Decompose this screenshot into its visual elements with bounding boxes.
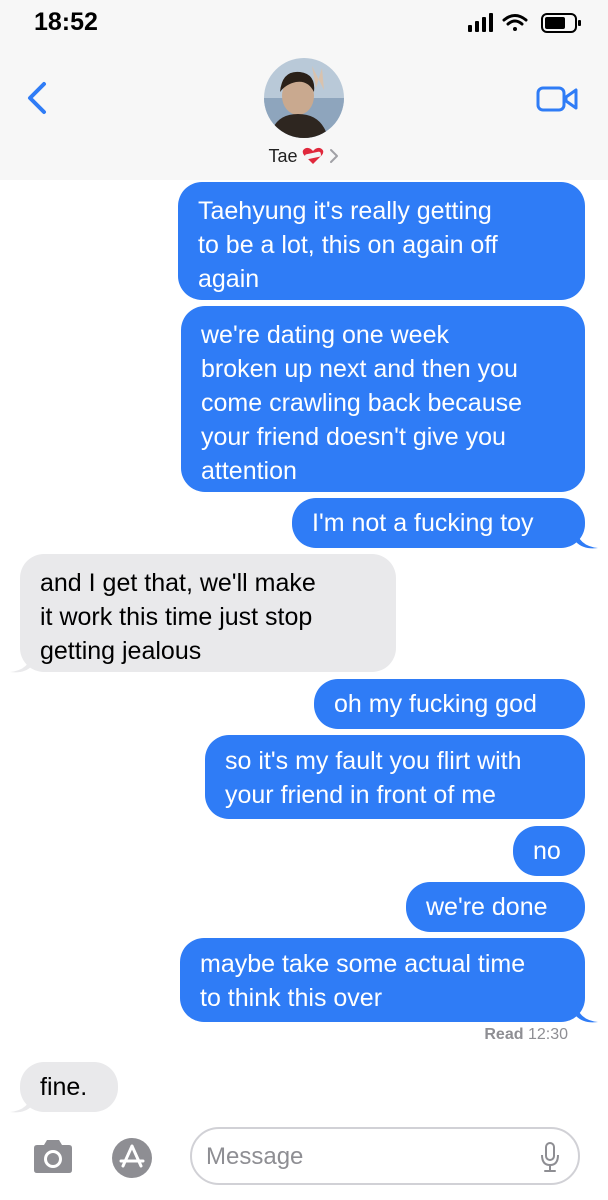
sent-message-bubble[interactable]: oh my fucking god <box>314 679 585 729</box>
sent-message-bubble[interactable]: I'm not a fucking toy <box>292 498 585 548</box>
conversation-header: 18:52 Tae <box>0 0 608 180</box>
message-line: attention <box>201 457 297 485</box>
contact-name: Tae <box>268 145 298 166</box>
received-message-bubble[interactable]: and I get that, we'll make it work this … <box>20 554 396 672</box>
message-line: I'm not a fucking toy <box>312 509 534 537</box>
message-line: maybe take some actual time <box>200 950 526 978</box>
imessage-screen: 18:52 Tae Taehyung it's really getting t… <box>0 0 608 1200</box>
message-line: getting jealous <box>40 637 202 665</box>
app-store-icon[interactable] <box>110 1136 154 1180</box>
sent-bubble-tail <box>576 1002 598 1023</box>
received-bubble-tail <box>10 652 32 673</box>
video-call-icon[interactable] <box>536 84 578 114</box>
message-line: we're dating one week <box>201 321 449 349</box>
message-line: your friend in front of me <box>225 781 496 809</box>
sent-message-bubble[interactable]: we're done <box>406 882 585 932</box>
message-line: it work this time just stop <box>40 603 313 631</box>
message-line: come crawling back because <box>201 389 522 417</box>
message-line: and I get that, we'll make <box>40 569 316 597</box>
message-line: again <box>198 265 260 293</box>
chevron-right-icon <box>329 149 338 163</box>
sent-message-bubble[interactable]: no <box>513 826 585 876</box>
status-icons <box>468 13 581 33</box>
bandaged-heart-icon <box>302 147 323 164</box>
message-line: fine. <box>40 1073 88 1101</box>
sent-message-bubble[interactable]: so it's my fault you flirt with your fri… <box>205 735 585 819</box>
sent-bubble-tail <box>576 528 598 549</box>
read-receipt: Read 12:30 <box>484 1026 568 1044</box>
camera-icon[interactable] <box>30 1138 76 1176</box>
message-line: to be a lot, this on again off <box>198 231 498 259</box>
contact-name-row[interactable]: Tae <box>0 144 608 168</box>
microphone-icon[interactable] <box>540 1141 560 1173</box>
status-time: 18:52 <box>34 8 98 36</box>
sent-message-bubble[interactable]: we're dating one week broken up next and… <box>181 306 585 492</box>
message-line: so it's my fault you flirt with <box>225 747 522 775</box>
message-line: Taehyung it's really getting <box>198 197 492 225</box>
signal-icon <box>468 13 493 32</box>
wifi-icon <box>502 14 528 31</box>
message-line: we're done <box>426 893 548 921</box>
message-line: no <box>533 837 561 865</box>
message-line: oh my fucking god <box>334 690 537 718</box>
read-label: Read <box>484 1026 524 1043</box>
message-placeholder: Message <box>206 1143 304 1170</box>
received-message-bubble[interactable]: fine. <box>20 1062 118 1112</box>
message-input[interactable]: Message <box>190 1127 580 1185</box>
back-chevron-icon[interactable] <box>24 78 54 118</box>
message-line: your friend doesn't give you <box>201 423 506 451</box>
sent-message-bubble[interactable]: maybe take some actual time to think thi… <box>180 938 585 1022</box>
received-bubble-tail <box>10 1092 32 1113</box>
sent-message-bubble[interactable]: Taehyung it's really getting to be a lot… <box>178 182 585 300</box>
battery-icon <box>541 13 581 33</box>
message-line: to think this over <box>200 984 383 1012</box>
contact-avatar[interactable] <box>264 58 344 138</box>
message-line: broken up next and then you <box>201 355 518 383</box>
read-time: 12:30 <box>527 1026 568 1043</box>
